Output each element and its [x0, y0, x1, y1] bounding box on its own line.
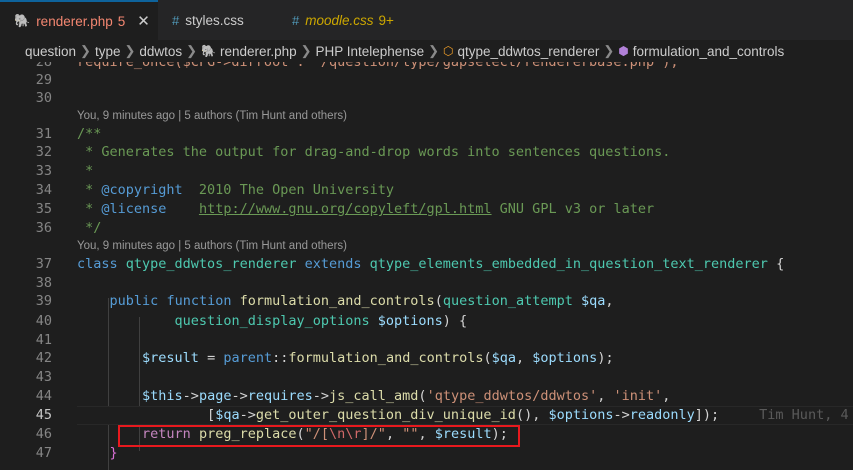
codelens-authors[interactable]: You, 9 minutes ago | 5 authors (Tim Hunt…	[77, 107, 347, 126]
chevron-right-icon: ❯	[603, 43, 615, 58]
code-line: 29	[0, 71, 853, 90]
code-line: 35 * @license http://www.gnu.org/copylef…	[0, 200, 853, 219]
line-number: 35	[35, 201, 52, 217]
code-text: * @license http://www.gnu.org/copyleft/g…	[77, 201, 655, 217]
problem-count: 5	[117, 13, 126, 29]
chevron-right-icon: ❯	[80, 43, 91, 58]
git-blame-annotation: Tim Hunt, 4 years ago	[759, 407, 849, 423]
code-line: 39 public function formulation_and_contr…	[0, 292, 853, 311]
line-number: 41	[35, 332, 52, 348]
breadcrumb-item-method[interactable]: formulation_and_controls	[633, 44, 785, 59]
line-number: 44	[35, 388, 52, 404]
line-number: 46	[35, 426, 52, 442]
breadcrumb-item-question[interactable]: question	[25, 44, 76, 59]
tab-styles-css[interactable]: # styles.css	[158, 0, 278, 40]
code-line: 43	[0, 368, 853, 387]
chevron-right-icon: ❯	[124, 43, 136, 58]
code-line: 31 /**	[0, 125, 853, 144]
php-elephant-icon: 🐘	[14, 13, 31, 28]
line-number: 36	[35, 220, 52, 236]
breadcrumb-item-class[interactable]: qtype_ddwtos_renderer	[457, 44, 599, 59]
css-hash-icon: #	[292, 12, 300, 28]
problem-count: 9+	[378, 12, 394, 28]
code-text: */	[77, 220, 102, 236]
codelens-authors[interactable]: You, 9 minutes ago | 5 authors (Tim Hunt…	[77, 237, 347, 256]
code-line: 41	[0, 331, 853, 350]
code-text: $this->page->requires->js_call_amd('qtyp…	[142, 388, 671, 404]
code-line-current: 45 [$qa->get_outer_question_div_unique_i…	[0, 406, 853, 425]
chevron-right-icon: ❯	[186, 43, 198, 58]
breadcrumb-item-ddwtos[interactable]: ddwtos	[139, 44, 182, 59]
code-line: 34 * @copyright 2010 The Open University	[0, 181, 853, 200]
line-number: 32	[35, 144, 52, 160]
line-number: 43	[35, 369, 52, 385]
chevron-right-icon: ❯	[300, 43, 312, 58]
breadcrumb: question ❯ type ❯ ddwtos ❯ 🐘 renderer.ph…	[0, 40, 853, 62]
code-line: 40 question_display_options $options) {	[0, 312, 853, 331]
code-line: 32 * Generates the output for drag-and-d…	[0, 143, 853, 162]
code-text: *	[77, 163, 94, 179]
line-number: 38	[35, 275, 52, 291]
license-link[interactable]: http://www.gnu.org/copyleft/gpl.html	[199, 201, 492, 217]
breadcrumb-item-language[interactable]: PHP Intelephense	[316, 44, 425, 59]
php-elephant-icon: 🐘	[201, 44, 217, 58]
code-line: 33 *	[0, 162, 853, 181]
line-number: 33	[35, 163, 52, 179]
tab-moodle-css[interactable]: # moodle.css 9+	[278, 0, 418, 40]
codelens-row: You, 9 minutes ago | 5 authors (Tim Hunt…	[0, 237, 853, 256]
code-text: question_display_options $options) {	[174, 313, 468, 329]
line-number: 34	[35, 182, 52, 198]
code-text: public function formulation_and_controls…	[109, 293, 614, 309]
code-text: * Generates the output for drag-and-drop…	[77, 144, 671, 160]
close-icon[interactable]: ✕	[137, 12, 150, 30]
code-text: $result = parent::formulation_and_contro…	[142, 350, 614, 366]
code-text: /**	[77, 126, 102, 142]
line-number: 40	[35, 313, 52, 329]
tab-label: moodle.css	[305, 12, 374, 28]
breadcrumb-item-file[interactable]: renderer.php	[220, 44, 297, 59]
class-symbol-icon: ⬡	[443, 44, 454, 58]
line-number: 37	[35, 256, 52, 272]
line-number: 47	[35, 445, 52, 461]
tab-bar: 🐘 renderer.php 5 ✕ # styles.css # moodle…	[0, 0, 853, 40]
code-text: class qtype_ddwtos_renderer extends qtyp…	[77, 256, 785, 272]
line-number: 31	[35, 126, 52, 142]
line-number: 30	[35, 90, 52, 106]
code-text: }	[109, 445, 118, 461]
tab-label: renderer.php	[36, 13, 113, 29]
breadcrumb-item-type[interactable]: type	[95, 44, 121, 59]
code-line: 44 $this->page->requires->js_call_amd('q…	[0, 387, 853, 406]
line-number: 42	[35, 350, 52, 366]
code-line: 38	[0, 274, 853, 293]
line-number: 39	[35, 293, 52, 309]
tab-renderer-php[interactable]: 🐘 renderer.php 5 ✕	[0, 0, 158, 40]
method-symbol-icon: ⬢	[618, 44, 629, 58]
highlight-box	[118, 425, 520, 447]
codelens-row: You, 9 minutes ago | 5 authors (Tim Hunt…	[0, 107, 853, 126]
line-number: 29	[35, 72, 52, 88]
code-line: 42 $result = parent::formulation_and_con…	[0, 349, 853, 368]
code-line: 37 class qtype_ddwtos_renderer extends q…	[0, 255, 853, 274]
chevron-right-icon: ❯	[428, 43, 439, 58]
line-number: 45	[35, 407, 52, 423]
tab-label: styles.css	[185, 12, 244, 28]
code-line: 30	[0, 89, 853, 108]
code-text: * @copyright 2010 The Open University	[77, 182, 394, 198]
code-editor[interactable]: 28 require_once($CFG->dirroot . '/questi…	[0, 62, 853, 470]
css-hash-icon: #	[172, 12, 180, 28]
code-line: 36 */	[0, 219, 853, 238]
code-text: [$qa->get_outer_question_div_unique_id()…	[77, 406, 853, 425]
